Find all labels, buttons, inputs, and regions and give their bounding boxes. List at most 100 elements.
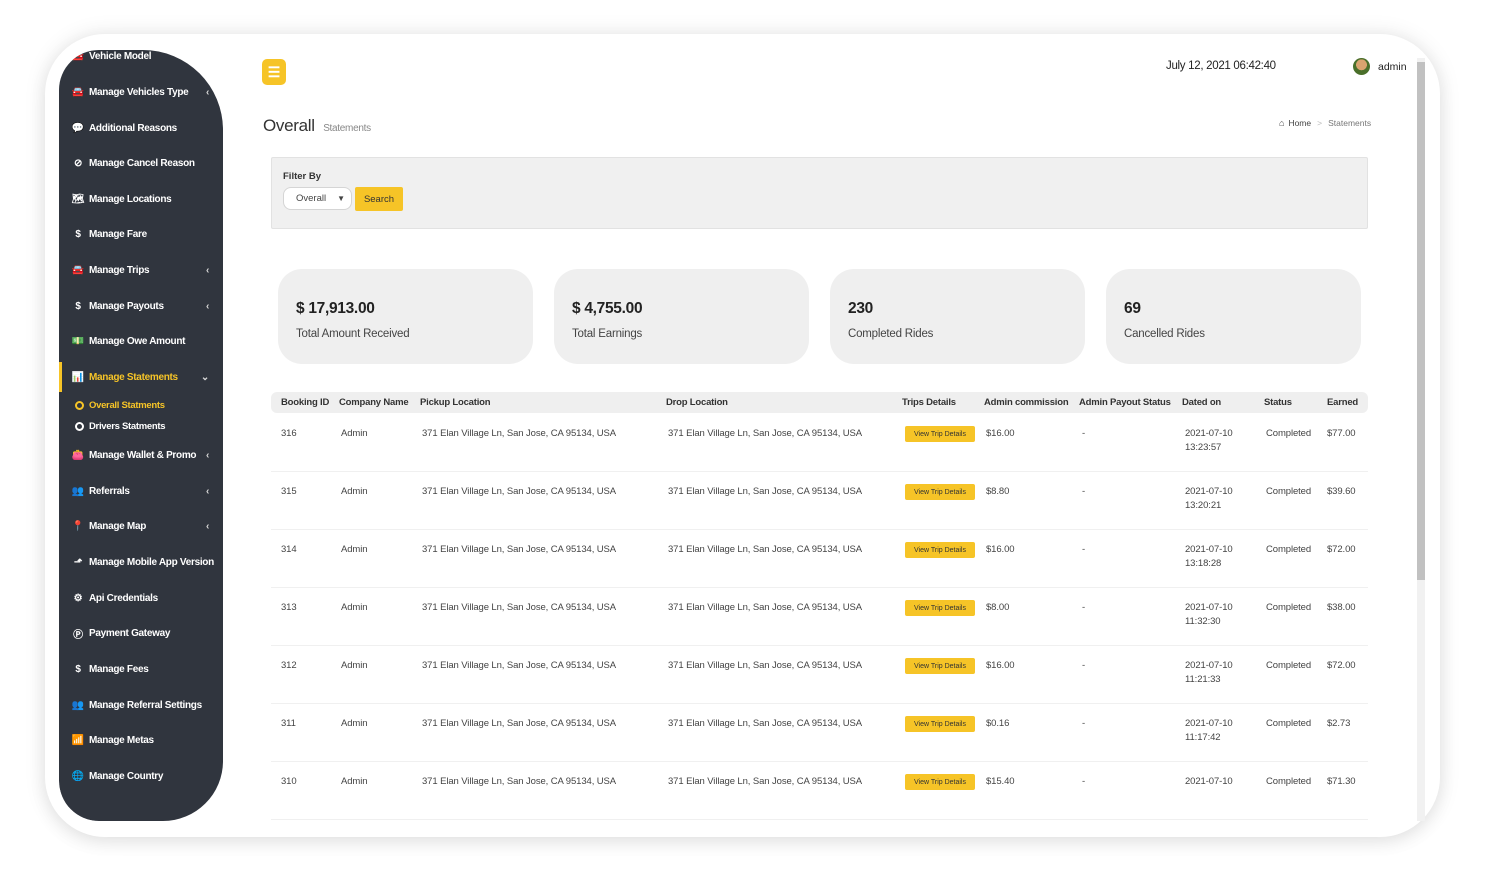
view-trip-details-button[interactable]: View Trip Details <box>905 426 975 442</box>
filter-panel: Filter By Overall ▼ Search <box>271 157 1368 229</box>
stat-card-cancelled-rides: 69 Cancelled Rides <box>1106 269 1361 364</box>
view-trip-details-button[interactable]: View Trip Details <box>905 600 975 616</box>
sidebar-item-referrals[interactable]: 👥 Referrals ‹ <box>59 476 223 506</box>
chevron-down-icon: ▼ <box>337 194 345 203</box>
sidebar-item-manage-map[interactable]: 📍 Manage Map ‹ <box>59 511 223 541</box>
dollar-icon: $ <box>75 663 81 675</box>
sidebar-item-label: Api Credentials <box>89 592 158 604</box>
stat-card-completed-rides: 230 Completed Rides <box>830 269 1085 364</box>
column-header-company-name[interactable]: Company Name <box>339 397 409 408</box>
column-header-admin-payout-status[interactable]: Admin Payout Status <box>1079 397 1171 408</box>
search-button[interactable]: Search <box>355 187 403 211</box>
cell-date: 2021-07-10 <box>1185 602 1233 613</box>
sidebar-item-label: Manage Map <box>89 520 147 532</box>
sidebar-subitem-drivers-statements[interactable]: Drivers Statments <box>75 418 166 434</box>
table-row: 310 Admin 371 Elan Village Ln, San Jose,… <box>271 762 1368 820</box>
cell-company-name: Admin <box>341 776 368 787</box>
chevron-down-icon: ⌄ <box>200 371 209 383</box>
cell-booking-id: 314 <box>281 544 297 555</box>
cell-booking-id: 310 <box>281 776 297 787</box>
sidebar-item-manage-trips[interactable]: 🚘 Manage Trips ‹ <box>59 255 223 285</box>
page-title: Overall Statements <box>263 116 371 136</box>
column-header-pickup-location[interactable]: Pickup Location <box>420 397 491 408</box>
cell-drop-location: 371 Elan Village Ln, San Jose, CA 95134,… <box>668 718 863 729</box>
cell-earned: $72.00 <box>1327 660 1356 671</box>
table-row: 312 Admin 371 Elan Village Ln, San Jose,… <box>271 646 1368 704</box>
sidebar-item-manage-cancel-reason[interactable]: ⊘ Manage Cancel Reason <box>59 148 223 178</box>
sidebar-item-label: Manage Fare <box>89 228 147 240</box>
sidebar-item-label: Referrals <box>89 485 130 497</box>
chevron-left-icon: ‹ <box>205 86 209 98</box>
menu-toggle-button[interactable]: ☰ <box>262 59 286 85</box>
sidebar-item-label: Manage Vehicles Type <box>89 86 189 98</box>
cell-date: 2021-07-10 <box>1185 718 1233 729</box>
cell-status: Completed <box>1266 602 1312 613</box>
chevron-left-icon: ‹ <box>205 485 209 497</box>
sidebar-item-payment-gateway[interactable]: Ⓟ Payment Gateway <box>59 618 223 648</box>
cell-earned: $38.00 <box>1327 602 1356 613</box>
column-header-trips-details[interactable]: Trips Details <box>902 397 956 408</box>
view-trip-details-button[interactable]: View Trip Details <box>905 542 975 558</box>
user-menu[interactable]: admin <box>1353 58 1407 75</box>
cell-booking-id: 315 <box>281 486 297 497</box>
stat-label: Cancelled Rides <box>1124 328 1205 340</box>
filter-label: Filter By <box>283 171 322 182</box>
cell-drop-location: 371 Elan Village Ln, San Jose, CA 95134,… <box>668 602 863 613</box>
sidebar-item-manage-wallet-promo[interactable]: 👛 Manage Wallet & Promo ‹ <box>59 440 223 470</box>
column-header-drop-location[interactable]: Drop Location <box>666 397 728 408</box>
column-header-dated-on[interactable]: Dated on <box>1182 397 1221 408</box>
comment-icon: 💬 <box>71 122 85 134</box>
cell-earned: $2.73 <box>1327 718 1351 729</box>
wallet-icon: 👛 <box>71 449 85 461</box>
scrollbar-thumb[interactable] <box>1417 62 1425 580</box>
level-up-icon: ⬏ <box>73 556 83 568</box>
sidebar-item-api-credentials[interactable]: ⚙ Api Credentials <box>59 583 223 613</box>
sidebar-item-manage-referral-settings[interactable]: 👥 Manage Referral Settings <box>59 690 223 720</box>
cell-drop-location: 371 Elan Village Ln, San Jose, CA 95134,… <box>668 544 863 555</box>
column-header-status[interactable]: Status <box>1264 397 1292 408</box>
sidebar-item-manage-owe-amount[interactable]: 💵 Manage Owe Amount <box>59 326 223 356</box>
column-header-admin-commission[interactable]: Admin commission <box>984 397 1069 408</box>
column-header-earned[interactable]: Earned <box>1327 397 1358 408</box>
sidebar-item-label: Manage Wallet & Promo <box>89 449 197 461</box>
sidebar-item-label: Additional Reasons <box>89 122 177 134</box>
sidebar-item-manage-fare[interactable]: $ Manage Fare <box>59 219 223 249</box>
sidebar-subitem-overall-statements[interactable]: Overall Statments <box>75 397 165 413</box>
chevron-left-icon: ‹ <box>205 264 209 276</box>
cell-admin-commission: $0.16 <box>986 718 1010 729</box>
stat-label: Total Amount Received <box>296 328 410 340</box>
cell-admin-payout-status: - <box>1082 544 1086 555</box>
cell-pickup-location: 371 Elan Village Ln, San Jose, CA 95134,… <box>422 718 617 729</box>
cell-date: 2021-07-10 <box>1185 428 1233 439</box>
breadcrumb: ⌂ Home > Statements <box>1279 118 1371 128</box>
view-trip-details-button[interactable]: View Trip Details <box>905 774 975 790</box>
stat-value: 230 <box>848 300 873 317</box>
sidebar-item-manage-locations[interactable]: 🗺 Manage Locations <box>59 184 223 214</box>
sidebar-item-manage-fees[interactable]: $ Manage Fees <box>59 654 223 684</box>
sidebar-item-manage-metas[interactable]: 📶 Manage Metas <box>59 725 223 755</box>
map-marker-icon: 📍 <box>71 520 85 532</box>
sidebar-item-manage-country[interactable]: 🌐 Manage Country <box>59 761 223 791</box>
table-row: 313 Admin 371 Elan Village Ln, San Jose,… <box>271 588 1368 646</box>
breadcrumb-current: Statements <box>1328 118 1372 128</box>
sidebar-item-label: Manage Owe Amount <box>89 335 186 347</box>
sidebar-item-manage-mobile-app-version[interactable]: ⬏ Manage Mobile App Version <box>59 547 223 577</box>
sidebar-item-manage-vehicles-type[interactable]: 🚘 Manage Vehicles Type ‹ <box>59 77 223 107</box>
cell-time: 13:23:57 <box>1185 442 1222 453</box>
sidebar-item-additional-reasons[interactable]: 💬 Additional Reasons <box>59 113 223 143</box>
view-trip-details-button[interactable]: View Trip Details <box>905 484 975 500</box>
sidebar: 🚘 Vehicle Model 🚘 Manage Vehicles Type ‹… <box>59 50 223 821</box>
sidebar-item-vehicle-model[interactable]: 🚘 Vehicle Model <box>59 50 223 71</box>
sidebar-item-manage-statements[interactable]: 📊 Manage Statements ⌄ <box>59 362 223 392</box>
view-trip-details-button[interactable]: View Trip Details <box>905 658 975 674</box>
sidebar-item-manage-payouts[interactable]: $ Manage Payouts ‹ <box>59 291 223 321</box>
view-trip-details-button[interactable]: View Trip Details <box>905 716 975 732</box>
dollar-icon: $ <box>75 228 81 240</box>
filter-select[interactable]: Overall ▼ <box>283 187 352 210</box>
breadcrumb-home-link[interactable]: Home <box>1288 118 1311 128</box>
chevron-left-icon: ‹ <box>205 300 209 312</box>
cell-status: Completed <box>1266 718 1312 729</box>
current-datetime: July 12, 2021 06:42:40 <box>1166 60 1276 72</box>
column-header-booking-id[interactable]: Booking ID <box>281 397 329 408</box>
cell-drop-location: 371 Elan Village Ln, San Jose, CA 95134,… <box>668 660 863 671</box>
